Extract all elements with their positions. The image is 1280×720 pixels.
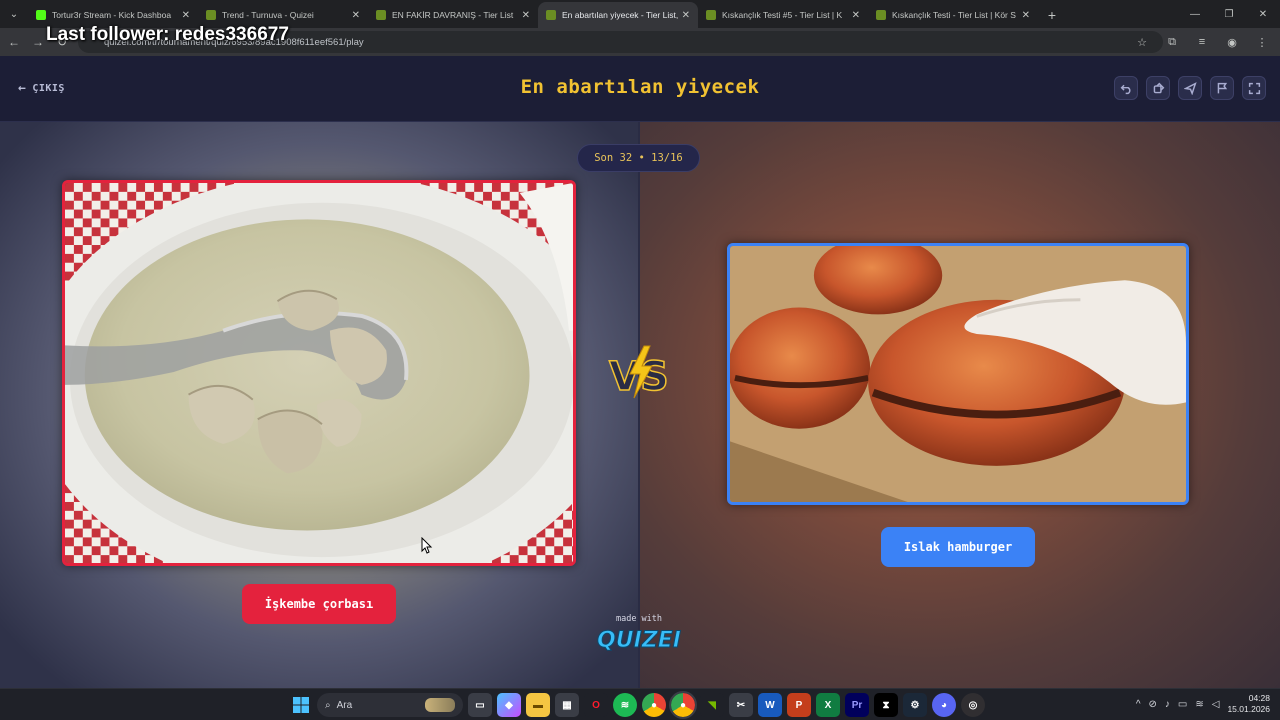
bookmark-star-icon[interactable]: ☆: [1130, 30, 1154, 54]
tab-title: Trend - Turnuva - Quizei: [222, 10, 314, 20]
spotify-icon[interactable]: ≋: [613, 693, 637, 717]
opera-icon[interactable]: O: [584, 693, 608, 717]
tab-5[interactable]: Kıskançlık Testi - Tier List | Kör S ✕: [868, 2, 1038, 28]
center-divider: [638, 122, 640, 688]
powerpoint-icon[interactable]: P: [787, 693, 811, 717]
clock-date: 15.01.2026: [1227, 704, 1270, 714]
quizei-favicon-icon: [376, 10, 386, 20]
menu-kebab-icon[interactable]: ⋮: [1250, 30, 1274, 54]
display-icon[interactable]: ▭: [1178, 699, 1187, 710]
new-tab-button[interactable]: +: [1038, 2, 1066, 28]
undo-button[interactable]: [1114, 76, 1138, 100]
profile-avatar[interactable]: ◉: [1220, 30, 1244, 54]
word-icon[interactable]: W: [758, 693, 782, 717]
quizei-favicon-icon: [876, 10, 886, 20]
undo-icon: [1120, 84, 1130, 94]
tab-title: Kıskançlık Testi #5 - Tier List | K: [722, 10, 843, 20]
soup-image: [65, 183, 573, 563]
file-explorer-icon[interactable]: ▬: [526, 693, 550, 717]
volume-icon[interactable]: ◁: [1212, 699, 1220, 710]
quizei-favicon-icon: [546, 10, 556, 20]
wifi-icon[interactable]: ≋: [1195, 699, 1203, 710]
tab-4[interactable]: Kıskançlık Testi #5 - Tier List | K ✕: [698, 2, 868, 28]
close-tab-icon[interactable]: ✕: [182, 10, 190, 21]
maximize-icon[interactable]: ❐: [1212, 0, 1246, 28]
svg-text:QUIZEI: QUIZEI: [597, 628, 681, 653]
left-option-image[interactable]: [62, 180, 576, 566]
mouse-cursor-icon: [421, 537, 433, 554]
media-control-icon[interactable]: ≡: [1190, 30, 1214, 54]
taskbar-search[interactable]: ⌕ Ara: [317, 693, 463, 717]
versus-lightning-icon: VS: [608, 345, 670, 400]
clock-time: 04:28: [1248, 693, 1270, 703]
os-taskbar: ⌕ Ara ▭ ◆ ▬ ▦ O ≋ ● ● ◥ ✂ W P X Pr ⧗ ⚙ ◕…: [0, 688, 1280, 720]
quizei-logo[interactable]: QUIZEI: [593, 624, 685, 654]
choose-left-button[interactable]: İşkembe çorbası: [242, 584, 396, 624]
close-tab-icon[interactable]: ✕: [522, 10, 530, 21]
quiz-app: ← ÇIKIŞ En abartılan yiyecek Son 32 • 13…: [0, 56, 1280, 688]
tab-title: Tortur3r Stream - Kick Dashboa: [52, 10, 172, 20]
app-header: ← ÇIKIŞ En abartılan yiyecek: [0, 56, 1280, 122]
nvidia-icon[interactable]: ◥: [700, 693, 724, 717]
send-icon: [1183, 81, 1197, 95]
store-icon[interactable]: ▦: [555, 693, 579, 717]
close-tab-icon[interactable]: ✕: [352, 10, 360, 21]
chrome-active-icon[interactable]: ●: [669, 691, 697, 719]
excel-icon[interactable]: X: [816, 693, 840, 717]
task-view-icon[interactable]: ▭: [468, 693, 492, 717]
windows-start-icon[interactable]: [290, 694, 312, 716]
copilot-icon[interactable]: ◆: [497, 693, 521, 717]
tray-expand-icon[interactable]: ^: [1136, 699, 1141, 710]
close-tab-icon[interactable]: ✕: [852, 10, 860, 21]
close-window-icon[interactable]: ✕: [1246, 0, 1280, 28]
tab-search-icon[interactable]: ⌄: [0, 0, 28, 28]
microphone-icon[interactable]: ♪: [1165, 699, 1170, 710]
network-off-icon[interactable]: ⊘: [1149, 699, 1157, 710]
matchup-stage: Son 32 • 13/16 İşkembe çorbası Islak ham…: [0, 122, 1280, 688]
window-controls: — ❐ ✕: [1178, 0, 1280, 28]
back-icon[interactable]: ←: [2, 30, 26, 54]
steam-icon[interactable]: ⚙: [903, 693, 927, 717]
system-tray: ^ ⊘ ♪ ▭ ≋ ◁ 04:28 15.01.2026: [1136, 693, 1270, 715]
tab-3-active[interactable]: En abartılan yiyecek - Tier List, ✕: [538, 2, 698, 28]
extensions-icon[interactable]: ⧉: [1160, 30, 1184, 54]
header-actions: [1114, 76, 1266, 100]
discord-icon[interactable]: ◕: [932, 693, 956, 717]
fullscreen-button[interactable]: [1242, 76, 1266, 100]
tab-title: En abartılan yiyecek - Tier List,: [562, 10, 678, 20]
stream-follower-overlay: Last follower: redes336677: [46, 24, 289, 45]
snipping-tool-icon[interactable]: ✂: [729, 693, 753, 717]
premiere-icon[interactable]: Pr: [845, 693, 869, 717]
right-option-image[interactable]: [727, 243, 1189, 505]
quizei-favicon-icon: [706, 10, 716, 20]
search-placeholder: Ara: [336, 699, 353, 711]
dice-icon: [1153, 82, 1164, 93]
taskbar-clock[interactable]: 04:28 15.01.2026: [1227, 693, 1270, 715]
search-highlight-image: [425, 698, 455, 712]
fullscreen-icon: [1248, 82, 1260, 94]
kick-favicon-icon: [36, 10, 46, 20]
tab-2[interactable]: EN FAKİR DAVRANIŞ - Tier List ✕: [368, 2, 538, 28]
close-tab-icon[interactable]: ✕: [682, 10, 690, 21]
choose-right-button[interactable]: Islak hamburger: [881, 527, 1035, 567]
tab-title: EN FAKİR DAVRANIŞ - Tier List: [392, 10, 514, 20]
capcut-icon[interactable]: ⧗: [874, 693, 898, 717]
report-button[interactable]: [1210, 76, 1234, 100]
flag-icon: [1217, 82, 1227, 93]
quizei-favicon-icon: [206, 10, 216, 20]
burger-image: [730, 246, 1186, 502]
minimize-icon[interactable]: —: [1178, 0, 1212, 28]
chrome-icon[interactable]: ●: [642, 693, 666, 717]
obs-icon[interactable]: ◎: [961, 693, 985, 717]
close-tab-icon[interactable]: ✕: [1022, 10, 1030, 21]
share-button[interactable]: [1178, 76, 1202, 100]
search-icon: ⌕: [325, 699, 331, 711]
round-badge: Son 32 • 13/16: [577, 144, 700, 172]
shuffle-button[interactable]: [1146, 76, 1170, 100]
page-title: En abartılan yiyecek: [520, 76, 760, 98]
tab-title: Kıskançlık Testi - Tier List | Kör S: [892, 10, 1016, 20]
made-with-label: made with: [615, 614, 663, 624]
